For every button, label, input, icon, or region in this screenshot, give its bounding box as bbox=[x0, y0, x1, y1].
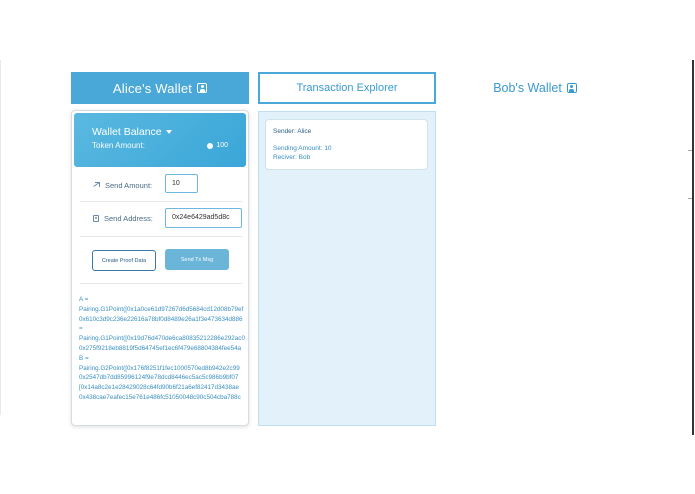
create-proof-button[interactable]: Create Proof Data bbox=[92, 250, 156, 271]
send-address-input[interactable]: 0x24e6429ad5d8c bbox=[165, 208, 242, 228]
right-edge-scrollbar[interactable] bbox=[692, 60, 694, 435]
action-buttons-row: Create Proof Data Send Tx Msg bbox=[80, 237, 242, 284]
send-amount-input[interactable]: 10 bbox=[165, 174, 198, 193]
proof-data-text: A = Pairing.G1Point([0x1a0ce61d97267d6d56… bbox=[79, 295, 248, 403]
proof-line: [0x14a8c2e1e28429028c64fd90b6f21a6ef8241… bbox=[79, 384, 240, 392]
user-card-icon bbox=[566, 83, 577, 93]
address-card-icon bbox=[93, 215, 99, 222]
proof-line: Pairing.G1Point([0x1a0ce61d97267d6d5684c… bbox=[79, 305, 244, 313]
proof-line: 0x610c3d9c236e22616a78bf0d8489e26a1f3e47… bbox=[79, 315, 243, 323]
proof-line: 0x438cae7eafec15e761e486fc51050048c90c50… bbox=[79, 393, 241, 401]
token-amount-label: Token Amount: bbox=[92, 141, 145, 150]
proof-line: B = bbox=[79, 354, 89, 362]
transaction-explorer-title: Transaction Explorer bbox=[296, 82, 398, 94]
coin-icon bbox=[207, 142, 214, 149]
send-amount-label: Send Amount: bbox=[105, 181, 153, 190]
alice-wallet-title: Alice's Wallet bbox=[112, 80, 193, 96]
user-card-icon bbox=[197, 83, 208, 93]
tx-sender: Sender: Alice bbox=[273, 128, 312, 135]
tx-receiver: Reciver: Bob bbox=[273, 154, 311, 161]
send-amount-row: Send Amount: 10 bbox=[80, 169, 242, 202]
send-address-label: Send Address: bbox=[104, 214, 153, 223]
send-amount-label-wrap: Send Amount: bbox=[93, 181, 152, 190]
bob-wallet-title: Bob's Wallet bbox=[493, 81, 562, 95]
send-tx-button[interactable]: Send Tx Msg bbox=[165, 249, 229, 270]
tx-amount: Sending Amount: 10 bbox=[273, 145, 332, 152]
alice-wallet-header: Alice's Wallet bbox=[71, 72, 249, 104]
transaction-card[interactable]: Sender: Alice Sending Amount: 10 Reciver… bbox=[265, 119, 428, 170]
proof-line: Pairing.G1Point([0x19d76d470de6ca8083521… bbox=[79, 335, 245, 343]
wallet-balance-dropdown[interactable]: Wallet Balance bbox=[92, 126, 172, 138]
send-icon bbox=[93, 182, 100, 189]
send-address-row: Send Address: 0x24e6429ad5d8c bbox=[80, 202, 242, 237]
token-amount-value-wrap: 100 bbox=[207, 142, 228, 149]
token-amount-value: 100 bbox=[216, 142, 228, 149]
wallet-balance-title: Wallet Balance bbox=[92, 126, 162, 138]
proof-line: 0x2547db7dd85996124f9e78dcd8446ec5ac5c98… bbox=[79, 374, 239, 382]
wallet-balance-box: Wallet Balance Token Amount: 100 bbox=[74, 113, 246, 167]
proof-line: 0x275f9218eb8819f5d64745ef1ec6f479e68804… bbox=[79, 344, 242, 352]
transaction-explorer-header[interactable]: Transaction Explorer bbox=[258, 72, 436, 104]
caret-down-icon bbox=[165, 130, 172, 135]
page: Alice's Wallet Wallet Balance Token Amou… bbox=[0, 0, 695, 494]
proof-line: A = bbox=[79, 296, 89, 303]
proof-line: = bbox=[79, 325, 83, 333]
right-edge-tick bbox=[688, 150, 692, 151]
send-address-label-wrap: Send Address: bbox=[93, 214, 153, 223]
right-edge-tick bbox=[688, 198, 692, 199]
proof-line: Pairing.G2Point([0x176f8251f1fec1000570e… bbox=[79, 364, 240, 372]
left-edge-divider bbox=[0, 60, 1, 415]
bob-wallet-header[interactable]: Bob's Wallet bbox=[446, 72, 624, 104]
transaction-explorer-panel: Sender: Alice Sending Amount: 10 Reciver… bbox=[258, 111, 436, 426]
alice-wallet-card: Wallet Balance Token Amount: 100 Send Am… bbox=[71, 110, 249, 426]
